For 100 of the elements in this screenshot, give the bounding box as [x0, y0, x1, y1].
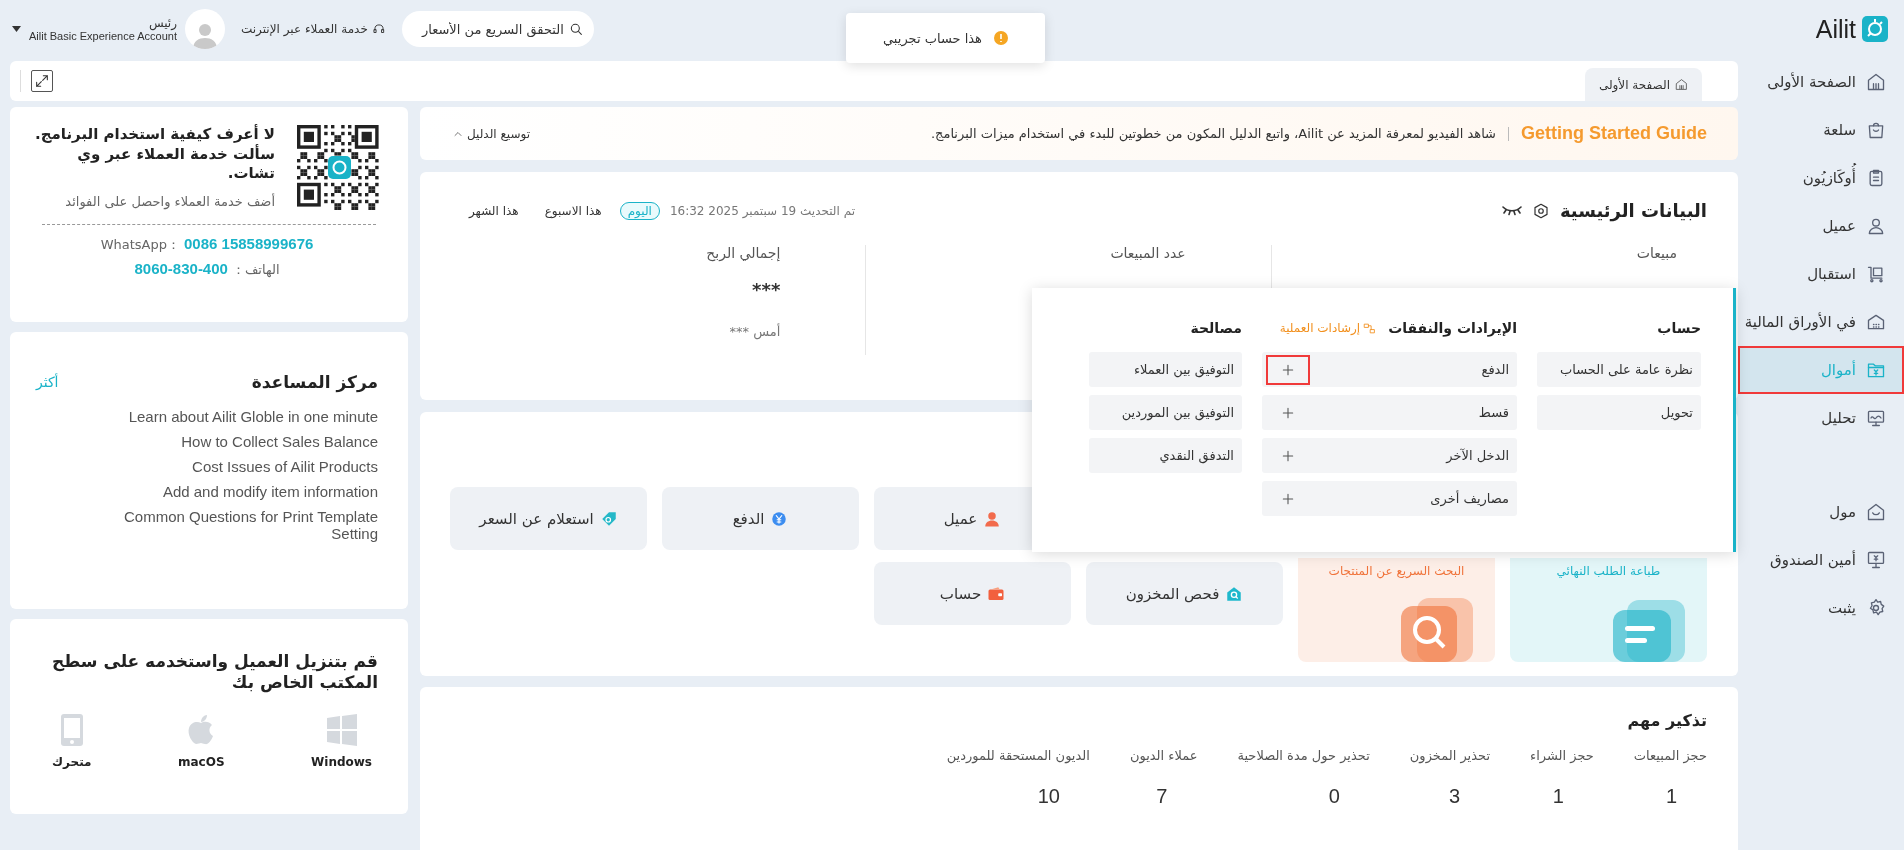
- section-title: قم بتنزيل العميل واستخدمه على سطح المكتب الخاص بك: [51, 651, 378, 694]
- windows-icon: [324, 712, 359, 747]
- flow-icon: [1363, 321, 1377, 335]
- shortcut-button[interactable]: فحص المخزون: [1086, 562, 1283, 625]
- help-article-link[interactable]: How to Collect Sales Balance: [181, 433, 378, 450]
- stat-yesterday: أمس ***: [729, 324, 781, 339]
- section-title: تذكير مهم: [1626, 711, 1707, 730]
- user-role: رئيس: [148, 16, 177, 30]
- reminder-label: حجز الشراء: [1530, 748, 1594, 763]
- menu-item[interactable]: تحويل: [1537, 395, 1701, 430]
- sidebar-item[interactable]: الصفحة الأولى: [1738, 58, 1904, 106]
- period-tab[interactable]: هذا الشهر: [461, 201, 527, 220]
- stat-label: مبيعات: [1636, 245, 1677, 261]
- stat-value: ***: [752, 279, 781, 300]
- menu-item[interactable]: الدفع: [1262, 352, 1517, 387]
- reminder-label: عملاء الديون: [1129, 748, 1198, 763]
- section-title: مركز المساعدة: [251, 372, 378, 392]
- sidebar-item[interactable]: سلعة: [1738, 106, 1904, 154]
- update-time: تم التحديث 19 سبتمبر 2025 16:32: [669, 203, 855, 218]
- help-article-link[interactable]: Add and modify item information: [162, 483, 378, 500]
- menu-section-title: حساب: [1657, 320, 1701, 336]
- settings-icon: [1531, 201, 1550, 220]
- expand-icon: [34, 73, 50, 89]
- reminder-label: حجز المبيعات: [1633, 748, 1707, 763]
- warning-icon: [994, 31, 1008, 45]
- contact-number: 8060-830-400: [134, 260, 228, 277]
- fullscreen-button[interactable]: [31, 70, 53, 92]
- building-icon: [1866, 312, 1886, 332]
- cart-icon: [1866, 264, 1886, 284]
- sidebar-item[interactable]: تحليل: [1738, 394, 1904, 442]
- menu-item[interactable]: قسط: [1262, 395, 1517, 430]
- contact-label: WhatsApp：: [100, 236, 180, 254]
- support-subtitle: أضف خدمة العملاء واحصل على الفوائد: [64, 193, 275, 209]
- search-field[interactable]: التحقق السريع من الأسعار: [401, 11, 594, 47]
- shortcut-button[interactable]: استعلام عن السعر: [450, 487, 647, 550]
- sidebar-item[interactable]: عميل: [1738, 202, 1904, 250]
- house-icon: [1866, 502, 1886, 522]
- menu-item[interactable]: التوفيق بين العملاء: [1089, 352, 1242, 387]
- help-article-link[interactable]: Common Questions for Print Template Setting: [88, 508, 378, 542]
- reminder-count: 10: [1037, 785, 1061, 808]
- bag-icon: [1866, 120, 1886, 140]
- menu-item[interactable]: مصاريف أخرى: [1262, 481, 1517, 516]
- menu-item[interactable]: التوفيق بين الموردين: [1089, 395, 1242, 430]
- house-icon: [1675, 78, 1688, 91]
- guide-title: Getting Started Guide: [1521, 123, 1707, 144]
- person-icon: [983, 509, 1002, 528]
- menu-section-title: الإيرادات والنفقات: [1388, 320, 1517, 336]
- toast-message: هذا حساب تجريبي: [883, 30, 982, 46]
- sidebar-item[interactable]: في الأوراق المالية: [1738, 298, 1904, 346]
- sidebar-item[interactable]: أمين الصندوق: [1738, 536, 1904, 584]
- support-title: لا أعرف كيفية استخدام البرنامج. سألت خدمة العملاء عبر وي تشات.: [34, 125, 275, 184]
- stat-label: إجمالي الربح: [706, 245, 781, 261]
- reminder-count: 1: [1665, 785, 1678, 808]
- sidebar-item[interactable]: أُوكَازيُون: [1738, 154, 1904, 202]
- reminder-label: الديون المستحقة للموردين: [946, 748, 1090, 763]
- caret-icon[interactable]: [12, 26, 21, 32]
- contact-number: 0086 15858999676: [184, 235, 314, 252]
- add-button[interactable]: [1266, 354, 1310, 385]
- stat-label: عدد المبيعات: [1110, 245, 1186, 261]
- account-name: Ailit Basic Experience Account: [29, 30, 177, 42]
- shortcut-button[interactable]: حساب: [874, 562, 1071, 625]
- house-icon: [1866, 72, 1886, 92]
- platform-download-button[interactable]: متحرك: [46, 711, 98, 770]
- reminder-label: تحذير حول مدة الصلاحية: [1237, 748, 1370, 763]
- help-article-link[interactable]: Cost Issues of Ailit Products: [192, 458, 378, 475]
- menu-section-title: مصالحة: [1190, 320, 1242, 336]
- guide-text: شاهد الفيديو لمعرفة المزيد عن Ailit، واتبع الدليل المكون من خطوتين للبدء في استخدام ميزات البرنامج.: [930, 126, 1496, 141]
- reminder-count: 1: [1552, 785, 1565, 808]
- contact-label: الهاتف：: [231, 261, 280, 279]
- reminder-count: 0: [1328, 785, 1341, 808]
- headset-icon: [371, 22, 386, 36]
- monitor-icon: [1866, 550, 1886, 570]
- reminder-count: 3: [1448, 785, 1462, 808]
- sidebar-item[interactable]: استقبال: [1738, 250, 1904, 298]
- reminder-count: 7: [1156, 785, 1169, 808]
- phone-icon: [59, 712, 84, 747]
- monitor-icon: [1866, 408, 1886, 428]
- menu-item[interactable]: الدخل الآخر: [1262, 438, 1517, 473]
- person-icon: [1866, 216, 1886, 236]
- yen-icon: [770, 509, 789, 528]
- wallet-icon: [987, 584, 1006, 603]
- sidebar-item[interactable]: يثبت: [1738, 584, 1904, 632]
- platform-download-button[interactable]: Windows: [305, 711, 378, 770]
- sidebar-item[interactable]: مول: [1738, 488, 1904, 536]
- platform-download-button[interactable]: macOS: [171, 711, 231, 770]
- menu-item[interactable]: التدفق النقدي: [1089, 438, 1242, 473]
- menu-item[interactable]: نظرة عامة على الحساب: [1537, 352, 1701, 387]
- section-title: البيانات الرئيسية: [1559, 200, 1707, 221]
- shortcut-button[interactable]: الدفع: [662, 487, 859, 550]
- support-link[interactable]: خدمة العملاء عبر الإنترنت: [240, 22, 386, 36]
- period-tab[interactable]: هذا الاسبوع: [536, 201, 610, 220]
- page-tab[interactable]: الصفحة الأولى: [1584, 68, 1702, 101]
- reminder-label: تحذير المخزون: [1409, 748, 1491, 763]
- eye-closed-icon[interactable]: [1501, 205, 1522, 216]
- logo-icon: [1862, 16, 1888, 42]
- logo-text: Ailit: [1815, 14, 1856, 44]
- feature-label: البحث السريع عن المنتجات: [1328, 564, 1465, 578]
- help-article-link[interactable]: Learn about Ailit Globle in one minute: [128, 408, 378, 425]
- expand-guide-button[interactable]: توسيع الدليل: [452, 126, 531, 141]
- feature-label: طباعة الطلب النهائي: [1556, 564, 1661, 578]
